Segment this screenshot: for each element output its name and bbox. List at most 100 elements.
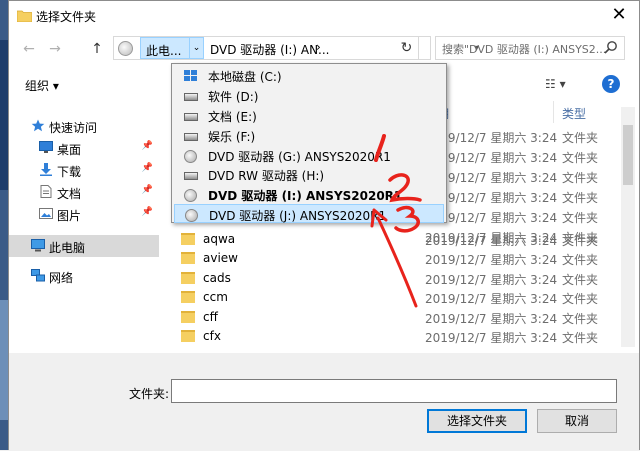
menu-item-drive-i[interactable]: DVD 驱动器 (I:) ANSYS2020R1 — [174, 185, 444, 204]
row-type: 文件夹 — [562, 191, 599, 205]
window-title: 选择文件夹 — [36, 10, 97, 24]
menu-item-label: DVD 驱动器 (I:) ANSYS2020R1 — [208, 189, 403, 203]
row-date: 2019/12/7 星期六 3:24 — [425, 331, 558, 345]
menu-item-label: 娱乐 (F:) — [208, 130, 256, 144]
row-name: cfx — [203, 329, 221, 343]
row-type: 文件夹 — [562, 211, 599, 225]
sidebar-item-this-pc[interactable]: 此电脑 — [9, 235, 159, 257]
scrollbar-thumb[interactable] — [623, 125, 633, 185]
sidebar-item-label: 网络 — [49, 271, 74, 285]
sidebar-item-downloads[interactable]: 下载 📌 — [9, 159, 159, 181]
breadcrumb-this-pc[interactable]: 此电... ⌄ — [140, 37, 204, 59]
row-name: cff — [203, 310, 218, 324]
row-date: 2019/12/7 星期六 3:24 — [425, 312, 558, 326]
menu-item-label: DVD 驱动器 (G:) ANSYS2020R1 — [208, 150, 391, 164]
menu-item-drive-g[interactable]: DVD 驱动器 (G:) ANSYS2020R1 — [174, 146, 444, 165]
row-date: 2019/12/7 星期六 3:24 — [425, 292, 558, 306]
row-type: 文件夹 — [562, 171, 599, 185]
sidebar-item-desktop[interactable]: 桌面 📌 — [9, 137, 159, 159]
row-type: 文件夹 — [562, 292, 599, 306]
table-row[interactable]: cads 2019/12/7 星期六 3:24 文件夹 — [167, 269, 627, 288]
star-icon — [31, 119, 45, 132]
sidebar-item-label: 此电脑 — [49, 241, 86, 255]
select-folder-button[interactable]: 选择文件夹 — [427, 409, 527, 433]
table-row[interactable]: ccm 2019/12/7 星期六 3:24 文件夹 — [167, 288, 627, 307]
disc-icon — [184, 150, 197, 163]
windows-drive-icon — [184, 70, 197, 81]
table-row[interactable]: aview 2019/12/7 星期六 3:24 文件夹 — [167, 249, 627, 268]
row-type: 文件夹 — [562, 131, 599, 145]
row-date: 2019/12/7 星期六 3:24 — [425, 253, 558, 267]
row-type: 文件夹 — [562, 234, 599, 248]
menu-item-drive-c[interactable]: 本地磁盘 (C:) — [174, 66, 444, 85]
table-row[interactable]: cff 2019/12/7 星期六 3:24 文件夹 — [167, 308, 627, 327]
table-row[interactable]: aqwa 2019/12/7 星期六 3:24 文件夹 — [167, 230, 627, 249]
select-folder-dialog: 选择文件夹 ✕ ← → ↑ 此电... ⌄ DVD 驱动器 (I:) AN...… — [8, 0, 640, 451]
title-bar: 选择文件夹 ✕ — [9, 1, 639, 31]
folder-icon — [181, 330, 195, 342]
sidebar-item-pictures[interactable]: 图片 📌 — [9, 203, 159, 225]
folder-icon — [181, 272, 195, 284]
forward-arrow-icon[interactable]: → — [45, 39, 65, 59]
menu-item-label: 软件 (D:) — [208, 90, 259, 104]
column-separator[interactable] — [553, 101, 554, 123]
chevron-down-icon[interactable]: ⌄ — [189, 38, 203, 58]
desktop-background-strip — [0, 0, 8, 450]
view-options-button[interactable]: ☷ ▾ — [545, 77, 566, 91]
refresh-button[interactable]: ↻ — [395, 36, 419, 60]
folder-icon — [181, 233, 195, 245]
search-placeholder: 搜索"DVD 驱动器 (I:) ANSYS2... — [442, 43, 607, 56]
sidebar-item-label: 文档 — [57, 187, 82, 201]
hdd-icon — [184, 113, 198, 121]
hdd-icon — [184, 133, 198, 141]
chevron-right-icon[interactable]: › — [316, 40, 321, 54]
menu-item-drive-f[interactable]: 娱乐 (F:) — [174, 126, 444, 145]
pin-icon[interactable]: 📌 — [142, 185, 153, 195]
search-icon — [604, 41, 617, 54]
help-icon[interactable]: ? — [602, 75, 620, 93]
navigation-bar: ← → ↑ 此电... ⌄ DVD 驱动器 (I:) AN... › ▾ ↻ 搜… — [9, 33, 639, 63]
menu-item-label: DVD RW 驱动器 (H:) — [208, 169, 325, 183]
menu-item-label: DVD 驱动器 (J:) ANSYS2020R1 — [209, 209, 387, 223]
menu-item-drive-h[interactable]: DVD RW 驱动器 (H:) — [174, 165, 444, 184]
pin-icon[interactable]: 📌 — [142, 207, 153, 217]
pin-icon[interactable]: 📌 — [142, 141, 153, 151]
folder-name-input[interactable] — [171, 379, 617, 403]
column-header-type[interactable]: 类型 — [562, 105, 586, 122]
row-name: aqwa — [203, 232, 236, 246]
vertical-scrollbar[interactable] — [621, 107, 635, 347]
disc-icon — [118, 41, 133, 56]
organize-menu-button[interactable]: 组织 ▾ — [25, 77, 59, 94]
row-date: 2019/12/7 星期六 3:24 — [425, 234, 558, 248]
sidebar-item-quick-access[interactable]: 快速访问 — [9, 115, 159, 137]
up-arrow-icon[interactable]: ↑ — [87, 39, 107, 59]
row-name: ccm — [203, 290, 228, 304]
address-bar[interactable]: 此电... ⌄ DVD 驱动器 (I:) AN... › ▾ — [113, 36, 479, 60]
search-input[interactable]: 搜索"DVD 驱动器 (I:) ANSYS2... — [435, 36, 625, 60]
row-type: 文件夹 — [562, 151, 599, 165]
menu-item-drive-j[interactable]: DVD 驱动器 (J:) ANSYS2020R1 — [174, 204, 444, 223]
navigation-pane: 快速访问 桌面 📌 下载 📌 文档 📌 图片 📌 此电脑 网络 — [9, 107, 159, 347]
menu-item-drive-d[interactable]: 软件 (D:) — [174, 86, 444, 105]
sidebar-item-network[interactable]: 网络 — [9, 265, 159, 287]
folder-icon — [181, 311, 195, 323]
cancel-button[interactable]: 取消 — [537, 409, 617, 433]
row-type: 文件夹 — [562, 312, 599, 326]
row-type: 文件夹 — [562, 331, 599, 345]
close-button[interactable]: ✕ — [609, 5, 629, 25]
table-row[interactable]: cfx 2019/12/7 星期六 3:24 文件夹 — [167, 327, 627, 346]
desktop-background-block — [0, 300, 8, 420]
menu-item-drive-e[interactable]: 文档 (E:) — [174, 106, 444, 125]
pin-icon[interactable]: 📌 — [142, 163, 153, 173]
dialog-footer: 文件夹: 选择文件夹 取消 — [9, 353, 639, 451]
sidebar-item-label: 下载 — [57, 165, 82, 179]
sidebar-item-documents[interactable]: 文档 📌 — [9, 181, 159, 203]
row-name: aview — [203, 251, 238, 265]
hdd-icon — [184, 93, 198, 101]
back-arrow-icon[interactable]: ← — [19, 39, 39, 59]
sidebar-item-label: 桌面 — [57, 143, 82, 157]
folder-icon — [17, 10, 32, 22]
disc-icon — [185, 209, 198, 222]
breadcrumb-current-drive[interactable]: DVD 驱动器 (I:) AN... — [210, 41, 330, 58]
desktop-icon — [39, 141, 53, 153]
